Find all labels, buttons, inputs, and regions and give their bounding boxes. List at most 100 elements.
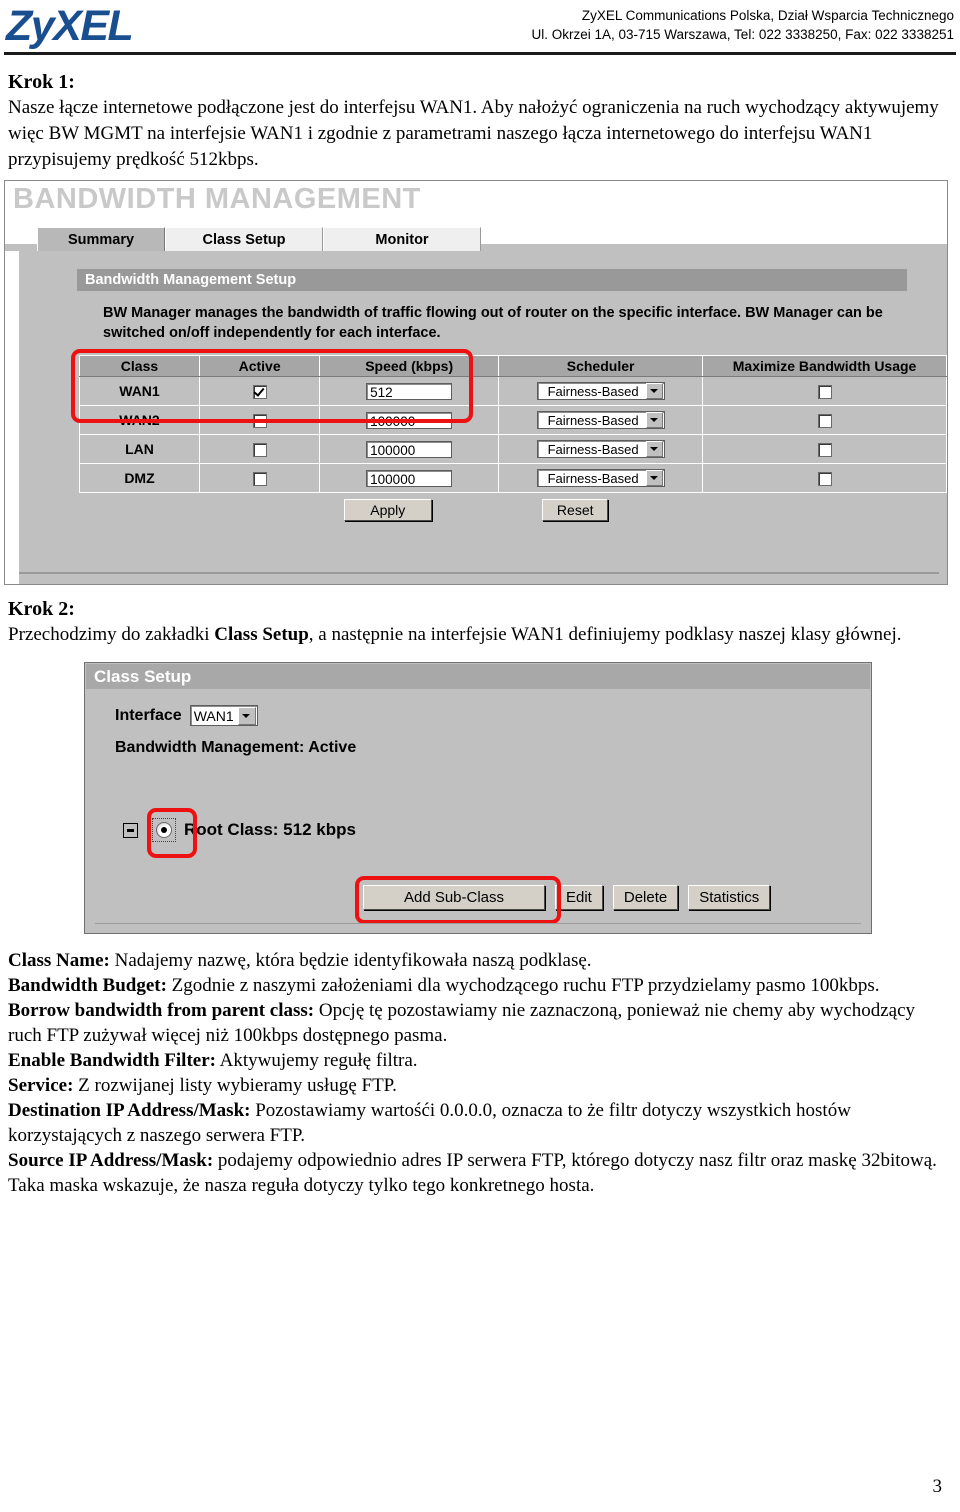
col-header-class: Class bbox=[79, 355, 200, 377]
chevron-down-icon[interactable] bbox=[237, 706, 256, 725]
checkbox-active-dmz[interactable] bbox=[252, 472, 267, 487]
interface-row: Interface WAN1 bbox=[115, 705, 258, 726]
checkbox-maximize-wan2[interactable] bbox=[817, 414, 832, 429]
row-wan1-sched-cell: Fairness-Based bbox=[498, 376, 704, 406]
definition-term: Service: bbox=[8, 1075, 74, 1096]
definition-destination-ip: Destination IP Address/Mask: Pozostawiam… bbox=[8, 1098, 952, 1148]
definition-term: Enable Bandwidth Filter: bbox=[8, 1050, 216, 1071]
row-wan2-sched-cell: Fairness-Based bbox=[498, 405, 704, 435]
col-header-maximize: Maximize Bandwidth Usage bbox=[702, 355, 947, 377]
delete-button[interactable]: Delete bbox=[612, 885, 679, 910]
input-speed-dmz[interactable]: 100000 bbox=[366, 469, 453, 487]
step-1-paragraph: Nasze łącze internetowe podłączone jest … bbox=[8, 97, 939, 170]
select-scheduler-dmz[interactable]: Fairness-Based bbox=[536, 469, 665, 487]
statistics-button[interactable]: Statistics bbox=[688, 885, 771, 910]
checkbox-active-wan1[interactable] bbox=[252, 385, 267, 400]
select-interface-label: WAN1 bbox=[193, 707, 234, 724]
select-scheduler-wan2[interactable]: Fairness-Based bbox=[536, 411, 665, 429]
checkbox-active-wan2[interactable] bbox=[252, 414, 267, 429]
tab-class-setup[interactable]: Class Setup bbox=[165, 227, 323, 251]
chevron-down-icon[interactable] bbox=[645, 383, 663, 399]
radio-root-class-wrapper[interactable] bbox=[152, 818, 176, 842]
step-2-title: Krok 2: bbox=[8, 598, 75, 620]
row-wan1-speed-cell: 512 bbox=[319, 376, 500, 406]
checkbox-active-lan[interactable] bbox=[252, 443, 267, 458]
row-wan2-class: WAN2 bbox=[79, 405, 200, 435]
screenshot1-footer-divider bbox=[19, 572, 939, 574]
table-row: LAN 100000 Fairness-Based bbox=[79, 434, 947, 464]
definition-term: Bandwidth Budget: bbox=[8, 975, 167, 996]
definition-service: Service: Z rozwijanej listy wybieramy us… bbox=[8, 1073, 952, 1098]
select-interface[interactable]: WAN1 bbox=[189, 705, 258, 726]
screenshot1-body: Bandwidth Management Setup BW Manager ma… bbox=[5, 251, 947, 584]
select-scheduler-dmz-label: Fairness-Based bbox=[547, 470, 639, 486]
row-dmz-speed-cell: 100000 bbox=[319, 463, 500, 493]
checkbox-maximize-wan1[interactable] bbox=[817, 385, 832, 400]
input-speed-wan2[interactable]: 100000 bbox=[366, 411, 453, 429]
tab-monitor[interactable]: Monitor bbox=[323, 227, 481, 251]
screenshot1-titlebar: BANDWIDTH MANAGEMENT Summary Class Setup… bbox=[5, 181, 947, 251]
select-scheduler-wan1[interactable]: Fairness-Based bbox=[536, 382, 665, 400]
page-header: ZyXEL ZyXEL Communications Polska, Dział… bbox=[0, 0, 960, 58]
page-number: 3 bbox=[932, 1476, 943, 1497]
table-row: WAN1 512 Fairness-Based bbox=[79, 376, 947, 406]
chevron-down-icon[interactable] bbox=[645, 441, 663, 457]
definition-borrow-bandwidth: Borrow bandwidth from parent class: Opcj… bbox=[8, 998, 952, 1048]
definition-term: Destination IP Address/Mask: bbox=[8, 1100, 251, 1121]
row-dmz-max-cell bbox=[702, 463, 947, 493]
definition-term: Source IP Address/Mask: bbox=[8, 1150, 214, 1171]
row-dmz-active-cell bbox=[198, 463, 321, 493]
root-class-label: Root Class: 512 kbps bbox=[184, 820, 356, 839]
document-content: Krok 1: Nasze łącze internetowe podłączo… bbox=[0, 70, 960, 173]
step-1-title: Krok 1: bbox=[8, 71, 75, 93]
reset-button[interactable]: Reset bbox=[542, 499, 609, 521]
tree-collapse-icon[interactable] bbox=[123, 822, 138, 838]
row-dmz-sched-cell: Fairness-Based bbox=[498, 463, 704, 493]
col-header-active: Active bbox=[198, 355, 321, 377]
definition-term: Class Name: bbox=[8, 950, 110, 971]
input-speed-wan1[interactable]: 512 bbox=[366, 382, 453, 400]
company-address: ZyXEL Communications Polska, Dział Wspar… bbox=[531, 6, 954, 44]
row-wan1-active-cell bbox=[198, 376, 321, 406]
checkbox-maximize-lan[interactable] bbox=[817, 443, 832, 458]
row-wan2-max-cell bbox=[702, 405, 947, 435]
header-divider bbox=[4, 52, 956, 55]
screenshot1-button-row: Apply Reset bbox=[5, 499, 947, 521]
definition-text: Nadajemy nazwę, która będzie identyfikow… bbox=[109, 950, 592, 971]
row-lan-active-cell bbox=[198, 434, 321, 464]
step-2-text-pre: Przechodzimy do zakładki bbox=[8, 624, 215, 645]
checkbox-maximize-dmz[interactable] bbox=[817, 472, 832, 487]
screenshot1-left-margin bbox=[5, 251, 19, 584]
definition-text: Z rozwijanej listy wybieramy usługę FTP. bbox=[73, 1075, 397, 1096]
tab-summary[interactable]: Summary bbox=[37, 227, 165, 251]
definition-text: Aktywujemy regułę filtra. bbox=[215, 1050, 418, 1071]
step-2-text-post: , a następnie na interfejsie WAN1 defini… bbox=[308, 624, 902, 645]
step-2-section: Krok 2: Przechodzimy do zakładki Class S… bbox=[0, 597, 960, 648]
definition-text: Zgodnie z naszymi założeniami dla wychod… bbox=[166, 975, 880, 996]
edit-button[interactable]: Edit bbox=[555, 885, 603, 910]
interface-label: Interface bbox=[115, 706, 182, 724]
screenshot1-tab-row: Summary Class Setup Monitor bbox=[37, 227, 481, 251]
bw-manager-description: BW Manager manages the bandwidth of traf… bbox=[103, 305, 883, 341]
select-scheduler-wan1-label: Fairness-Based bbox=[547, 383, 639, 399]
row-dmz-class: DMZ bbox=[79, 463, 200, 493]
apply-button[interactable]: Apply bbox=[343, 499, 432, 521]
table-header-row: Class Active Speed (kbps) Scheduler Maxi… bbox=[79, 355, 947, 377]
chevron-down-icon[interactable] bbox=[645, 470, 663, 486]
bandwidth-setup-section-header: Bandwidth Management Setup bbox=[77, 269, 907, 291]
chevron-down-icon[interactable] bbox=[645, 412, 663, 428]
definition-source-ip: Source IP Address/Mask: podajemy odpowie… bbox=[8, 1148, 952, 1198]
screenshot2-footer-divider bbox=[95, 923, 861, 924]
company-line-2: Ul. Okrzei 1A, 03-715 Warszawa, Tel: 022… bbox=[531, 27, 954, 42]
select-scheduler-lan-label: Fairness-Based bbox=[547, 441, 639, 457]
select-scheduler-lan[interactable]: Fairness-Based bbox=[536, 440, 665, 458]
definition-class-name: Class Name: Nadajemy nazwę, która będzie… bbox=[8, 948, 952, 973]
class-setup-screenshot: Class Setup Interface WAN1 Bandwidth Man… bbox=[84, 662, 872, 934]
row-lan-sched-cell: Fairness-Based bbox=[498, 434, 704, 464]
bandwidth-management-status: Bandwidth Management: Active bbox=[115, 739, 357, 756]
add-sub-class-button[interactable]: Add Sub-Class bbox=[363, 885, 545, 910]
row-lan-class: LAN bbox=[79, 434, 200, 464]
input-speed-lan[interactable]: 100000 bbox=[366, 440, 453, 458]
class-setup-section-header: Class Setup bbox=[86, 664, 870, 689]
radio-root-class[interactable] bbox=[156, 822, 172, 838]
